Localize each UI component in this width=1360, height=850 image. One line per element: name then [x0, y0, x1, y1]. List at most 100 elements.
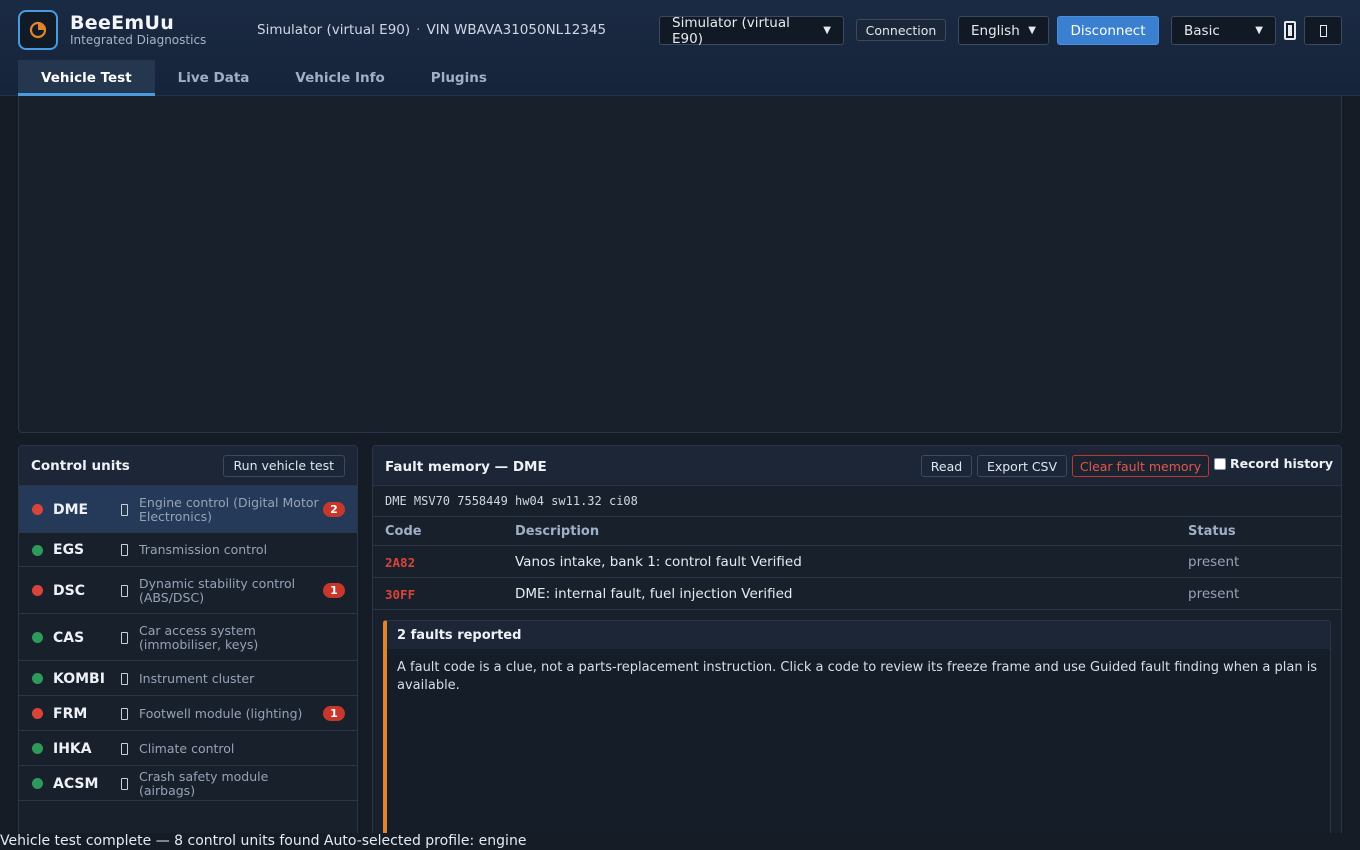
mode-select-value: Basic [1184, 22, 1220, 39]
control-unit-dme[interactable]: DME Engine control (Digital Motor Electr… [19, 486, 357, 533]
module-icon [121, 631, 128, 644]
app-subtitle: Integrated Diagnostics [70, 33, 207, 47]
connection-button[interactable]: Connection [856, 19, 946, 41]
read-button[interactable]: Read [921, 455, 972, 477]
callout-title: 2 faults reported [387, 621, 1330, 649]
fault-code[interactable]: 2A82 [385, 555, 415, 570]
status-dot-green [32, 632, 43, 643]
module-icon [121, 584, 128, 597]
mode-select[interactable]: Basic ▼ [1171, 16, 1276, 45]
fault-count-badge: 1 [323, 583, 345, 598]
disconnect-button[interactable]: Disconnect [1057, 16, 1159, 45]
control-unit-name: FRM [53, 705, 88, 722]
control-unit-name: ACSM [53, 775, 99, 792]
record-history-label: Record history [1230, 456, 1334, 471]
status-dot-green [32, 544, 43, 556]
language-select-value: English [971, 22, 1020, 39]
tab-plugins[interactable]: Plugins [408, 60, 510, 96]
app-header: BeeEmUu Integrated Diagnostics Simulator… [0, 0, 1360, 96]
control-unit-desc: Crash safety module (airbags) [139, 768, 269, 798]
control-unit-dsc[interactable]: DSC Dynamic stability control (ABS/DSC) … [19, 567, 357, 614]
control-unit-ihka[interactable]: IHKA Climate control [19, 731, 357, 766]
chevron-down-icon: ▼ [1028, 25, 1036, 36]
app-logo [18, 10, 58, 50]
fault-count-badge: 2 [323, 502, 345, 517]
gauge-icon [29, 21, 47, 39]
control-units-title: Control units [31, 457, 130, 474]
record-history-toggle[interactable]: Record history [1214, 456, 1333, 471]
control-unit-desc: Car access system (immobiliser, keys) [139, 622, 259, 652]
unknown-glyph-icon [1319, 24, 1327, 37]
module-icon [121, 707, 128, 720]
fault-table-header: Code Description Status [373, 517, 1341, 546]
chevron-down-icon: ▼ [1255, 25, 1263, 36]
connection-info: Simulator (virtual E90) · VIN WBAVA31050NL… [257, 22, 606, 38]
tab-vehicle-info[interactable]: Vehicle Info [272, 60, 407, 96]
main-tabs: Vehicle Test Live Data Vehicle Info Plug… [18, 60, 510, 96]
fault-row[interactable]: 2A82 Vanos intake, bank 1: control fault… [373, 546, 1341, 578]
status-bar: Vehicle test complete — 8 control units … [0, 833, 1360, 850]
language-select[interactable]: English ▼ [958, 16, 1049, 45]
control-units-header: Control units Run vehicle test [19, 446, 357, 486]
control-unit-acsm[interactable]: ACSM Crash safety module (airbags) [19, 766, 357, 801]
control-unit-egs[interactable]: EGS Transmission control [19, 533, 357, 567]
module-icon [121, 503, 128, 516]
control-unit-name: DME [53, 501, 89, 518]
control-unit-desc: Dynamic stability control (ABS/DSC) [139, 575, 296, 605]
fault-description: DME: internal fault, fuel injection Veri… [515, 586, 793, 602]
tab-live-data[interactable]: Live Data [155, 60, 273, 96]
module-icon [121, 672, 128, 685]
control-unit-desc: Transmission control [139, 542, 268, 557]
vehicle-diagram-panel [18, 96, 1342, 433]
fault-row[interactable]: 30FF DME: internal fault, fuel injection… [373, 578, 1341, 610]
clear-fault-memory-button[interactable]: Clear fault memory [1072, 455, 1209, 477]
status-dot-red [32, 708, 43, 719]
fault-code[interactable]: 30FF [385, 587, 415, 602]
run-vehicle-test-button[interactable]: Run vehicle test [222, 454, 345, 477]
fault-memory-panel: Fault memory — DME Read Export CSV Clear… [372, 445, 1342, 840]
fault-memory-header: Fault memory — DME Read Export CSV Clear… [373, 446, 1341, 486]
status-dot-green [32, 778, 43, 789]
chevron-down-icon: ▼ [823, 25, 831, 36]
control-unit-desc: Engine control (Digital Motor Electronic… [139, 494, 319, 524]
control-unit-desc: Footwell module (lighting) [139, 705, 303, 721]
vin-label: VIN WBAVA31050NL12345 [426, 22, 607, 38]
status-dot-green [32, 743, 43, 754]
module-icon [121, 742, 128, 755]
export-csv-button[interactable]: Export CSV [977, 455, 1067, 477]
phone-icon[interactable] [1284, 21, 1296, 40]
column-header-description: Description [515, 524, 600, 539]
control-unit-desc: Instrument cluster [139, 670, 255, 686]
control-unit-desc: Climate control [139, 740, 235, 756]
control-units-panel: Control units Run vehicle test DME Engin… [18, 445, 358, 840]
separator: · [416, 22, 421, 38]
fault-memory-title: Fault memory — DME [385, 459, 547, 475]
status-dot-green [32, 673, 43, 684]
tab-vehicle-test[interactable]: Vehicle Test [18, 60, 155, 96]
callout-body: A fault code is a clue, not a parts-repl… [397, 660, 1318, 693]
record-history-checkbox[interactable] [1214, 457, 1226, 470]
menu-button[interactable] [1304, 16, 1342, 45]
module-icon [121, 777, 128, 790]
status-dot-red [32, 504, 43, 515]
status-dot-red [32, 585, 43, 596]
app-name: BeeEmUu [70, 12, 175, 34]
connection-label: Simulator (virtual E90) [257, 22, 411, 38]
firmware-info: DME MSV70 7558449 hw04 sw11.32 ci08 [373, 486, 1341, 517]
control-unit-name: DSC [53, 582, 85, 599]
control-unit-name: EGS [53, 542, 85, 558]
fault-status: present [1188, 586, 1240, 602]
fault-count-badge: 1 [323, 706, 345, 721]
control-unit-kombi[interactable]: KOMBI Instrument cluster [19, 661, 357, 696]
control-unit-name: CAS [53, 629, 85, 646]
control-unit-cas[interactable]: CAS Car access system (immobiliser, keys… [19, 614, 357, 661]
control-unit-name: KOMBI [53, 670, 105, 687]
control-unit-frm[interactable]: FRM Footwell module (lighting) 1 [19, 696, 357, 731]
fault-status: present [1188, 554, 1240, 570]
column-header-code: Code [385, 524, 422, 539]
fault-summary-callout: 2 faults reported A fault code is a clue… [383, 620, 1331, 839]
interface-select[interactable]: Simulator (virtual E90) ▼ [659, 15, 844, 47]
control-unit-name: IHKA [53, 740, 92, 757]
column-header-status: Status [1188, 524, 1236, 539]
module-icon [121, 544, 128, 556]
